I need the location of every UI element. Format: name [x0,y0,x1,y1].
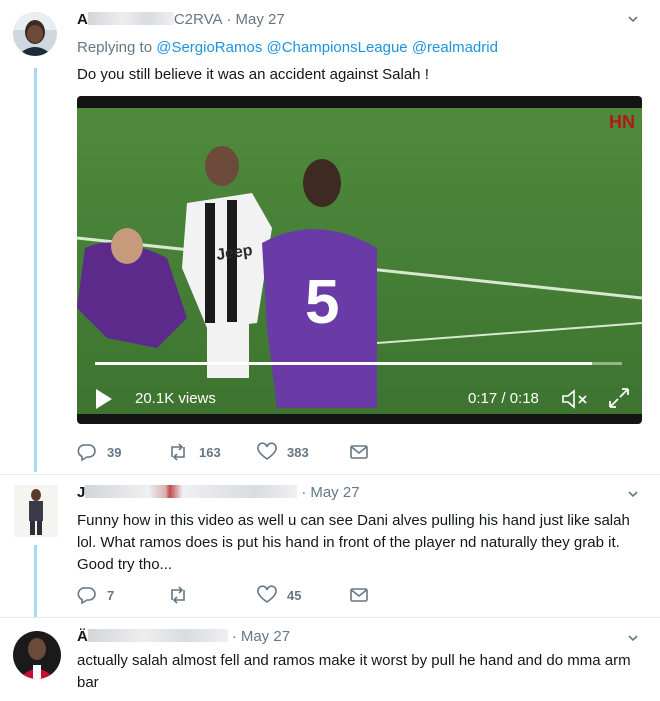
tweet[interactable]: J · May 27 Funny how in this video as well… [0,475,660,617]
mention-link[interactable]: @SergioRamos [156,39,262,56]
tweet-text: actually salah almost fell and ramos mak… [77,652,631,691]
mention-link[interactable]: @realmadrid [412,39,498,56]
retweet-icon [171,586,185,604]
replying-to: Replying to @SergioRamos @ChampionsLeagu… [77,38,640,58]
redacted-name [87,12,174,25]
video-time: 0:17 / 0:18 [468,390,539,407]
dm-button[interactable] [349,442,369,462]
video-progress [95,362,593,365]
author-handle[interactable]: C2RVA [174,11,223,28]
reply-icon [77,444,96,462]
tweet[interactable]: Ä · May 27 actually salah almost fell and … [0,618,660,701]
retweet-button[interactable] [167,585,199,605]
video-scrubber[interactable] [95,362,622,365]
author-name[interactable]: Ä [77,628,88,645]
like-icon [257,442,277,460]
retweet-icon [171,443,185,461]
dm-button[interactable] [349,585,369,605]
tweet[interactable]: A C2RVA · May 27 Replying to @SergioRamos @… [0,0,660,474]
reply-count: 39 [107,444,122,460]
play-icon[interactable] [95,388,113,410]
like-button[interactable]: 383 [257,442,309,462]
chevron-down-icon[interactable] [628,14,638,24]
video-frame: 5 Jeep HN [77,108,642,414]
avatar[interactable] [14,485,58,537]
retweet-count: 163 [199,444,221,460]
video-watermark: HN [609,112,635,132]
fullscreen-icon[interactable] [607,386,631,410]
reply-icon [77,587,96,605]
reply-button[interactable]: 7 [77,585,114,605]
author-name[interactable]: J [77,484,85,501]
tweet-actions: 39 163 383 [77,442,397,462]
separator: · [226,11,232,28]
replying-label: Replying to [77,39,153,56]
author-name[interactable]: A [77,11,88,28]
dm-icon [350,588,368,602]
tweet-text: Do you still believe it was an accident … [77,66,429,83]
view-count: 20.1K views [135,390,216,407]
redacted-name [87,629,228,642]
tweet-text: Funny how in this video as well u can se… [77,512,630,573]
dm-icon [350,445,368,459]
tweet-actions: 7 45 [77,585,397,605]
like-count: 383 [287,444,309,460]
mention-link[interactable]: @ChampionsLeague [267,39,408,56]
like-icon [257,585,277,603]
reply-button[interactable]: 39 [77,442,121,462]
mute-icon[interactable] [561,388,589,410]
tweet-date[interactable]: May 27 [235,11,284,28]
like-button[interactable]: 45 [257,585,301,605]
redacted-name [85,485,298,498]
avatar[interactable] [13,631,61,679]
tweet-date[interactable]: May 27 [241,628,290,645]
video-player[interactable]: 5 Jeep HN 20.1K views 0:17 / 0:18 [77,96,642,424]
reply-count: 7 [107,587,115,603]
retweet-button[interactable]: 163 [167,442,221,462]
separator: · [231,628,237,645]
jersey-number: 5 [305,268,339,337]
like-count: 45 [287,587,302,603]
chevron-down-icon[interactable] [628,489,638,499]
avatar[interactable] [13,12,57,56]
chevron-down-icon[interactable] [628,633,638,643]
tweet-date[interactable]: May 27 [310,484,359,501]
separator: · [301,484,307,501]
